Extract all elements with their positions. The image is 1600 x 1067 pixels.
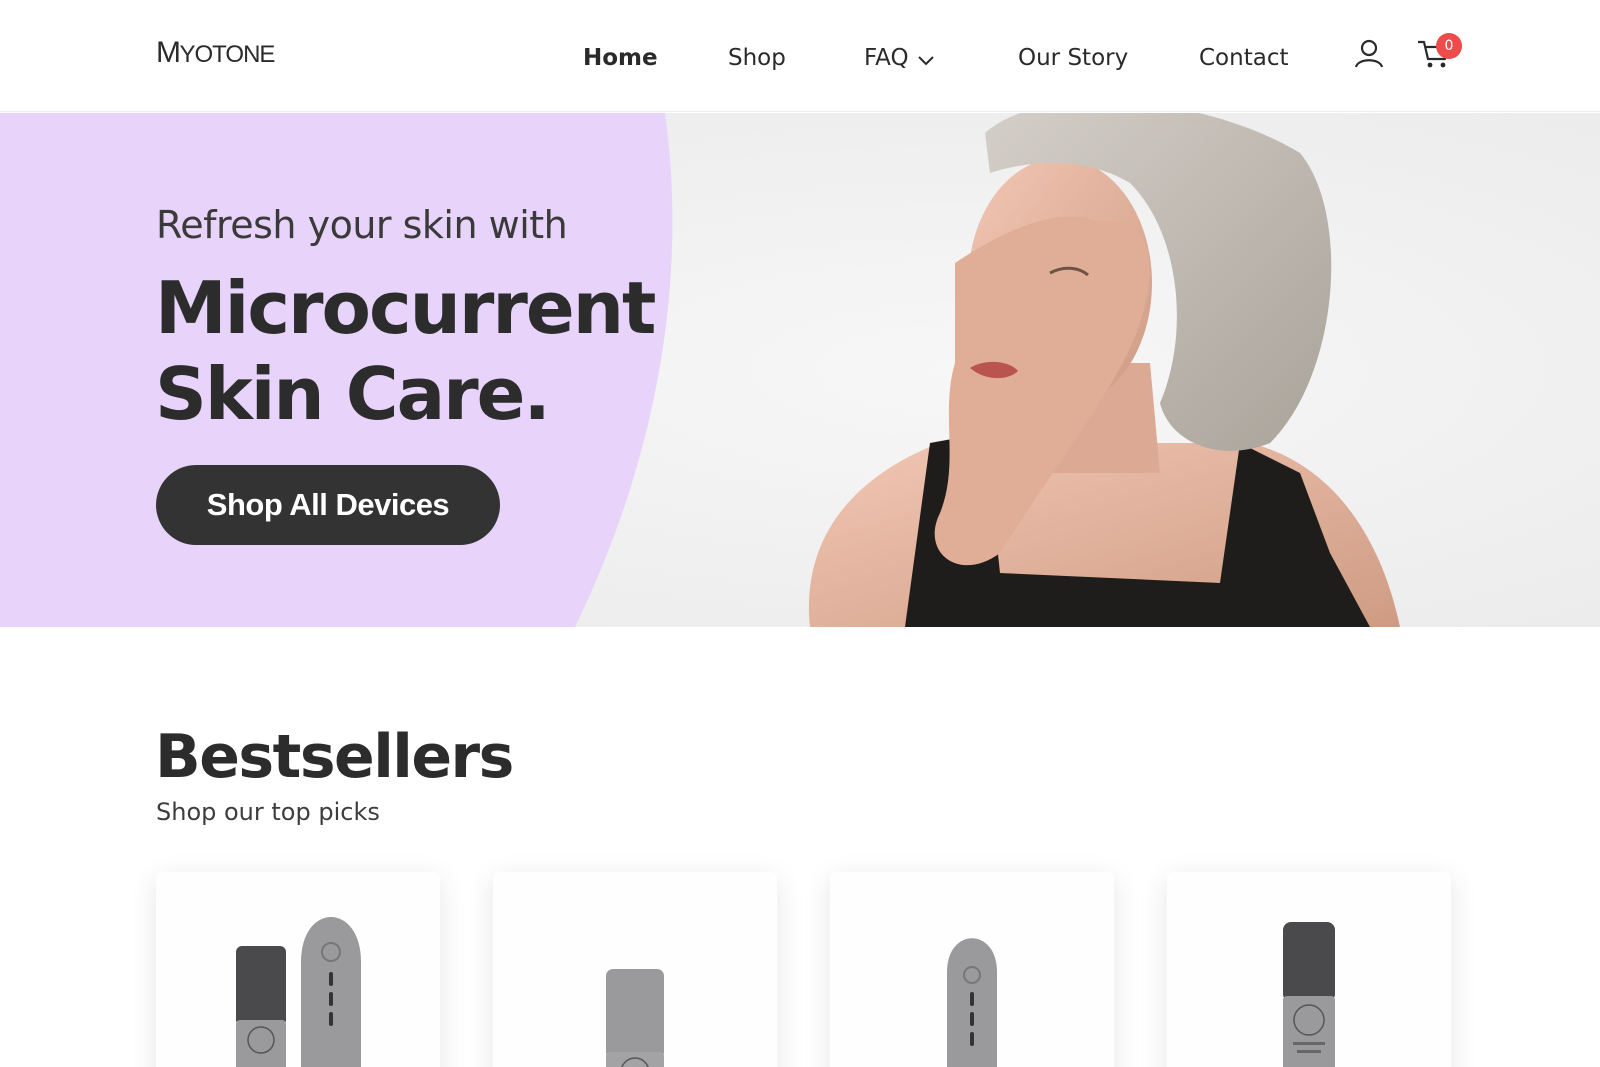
cart-count-badge: 0 — [1436, 33, 1462, 59]
hero-title-line2: Skin Care. — [155, 352, 551, 436]
bestsellers-heading: Bestsellers — [155, 722, 514, 792]
chevron-down-icon — [917, 41, 935, 77]
product-card[interactable] — [830, 872, 1114, 1067]
serum-bottle-small-image — [606, 969, 664, 1067]
device-and-serum-bundle-image — [236, 917, 361, 1067]
product-card[interactable] — [493, 872, 777, 1067]
nav-faq[interactable]: FAQ — [864, 40, 935, 77]
nav-home[interactable]: Home — [583, 40, 658, 76]
nav-our-story[interactable]: Our Story — [1018, 40, 1128, 76]
user-icon[interactable] — [1354, 38, 1384, 68]
product-card[interactable] — [156, 872, 440, 1067]
nav-contact[interactable]: Contact — [1199, 40, 1288, 76]
microcurrent-wand-image — [947, 938, 997, 1067]
shop-all-devices-button[interactable]: Shop All Devices — [156, 465, 500, 545]
nav-faq-label: FAQ — [864, 45, 909, 71]
hero-banner: Refresh your skin with Microcurrent Skin… — [0, 113, 1600, 627]
serum-bottle-large-image — [1283, 922, 1335, 1067]
hero-title-line1: Microcurrent — [155, 266, 656, 350]
product-card[interactable] — [1167, 872, 1451, 1067]
hero-subtitle: Refresh your skin with — [156, 203, 568, 247]
hero-title: Microcurrent Skin Care. — [155, 265, 656, 437]
bestsellers-subheading: Shop our top picks — [156, 798, 380, 826]
nav-shop[interactable]: Shop — [728, 40, 786, 76]
site-header: MYOTONE Home Shop FAQ Our Story Contact … — [0, 0, 1600, 112]
